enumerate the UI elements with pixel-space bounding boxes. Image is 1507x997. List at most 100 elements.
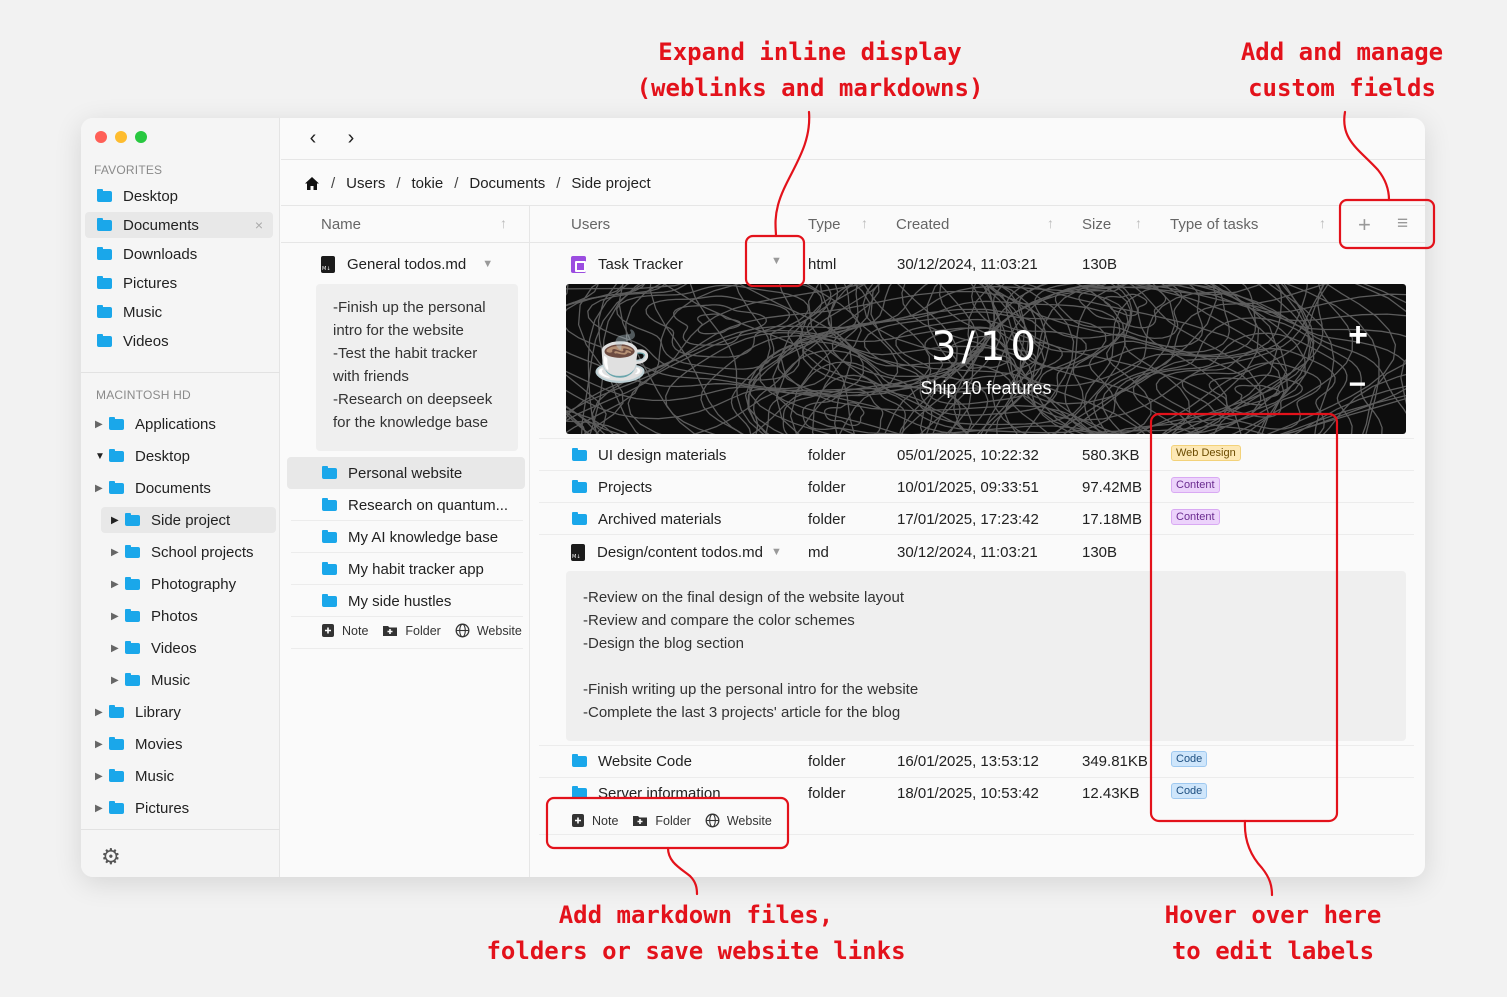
- sort-arrow-icon[interactable]: ↑: [1135, 215, 1142, 231]
- back-button[interactable]: ‹: [303, 127, 323, 150]
- manage-fields-button[interactable]: ≡: [1397, 213, 1408, 235]
- breadcrumb-item[interactable]: Users: [346, 175, 385, 192]
- folder-row-archived[interactable]: Archived materials: [572, 503, 792, 535]
- expand-arrow-icon[interactable]: ▶: [111, 547, 125, 558]
- pane-divider[interactable]: [529, 205, 530, 877]
- add-folder-button[interactable]: Folder: [382, 624, 441, 638]
- expand-arrow-icon[interactable]: ▶: [95, 739, 109, 750]
- expand-arrow-icon[interactable]: ▶: [111, 579, 125, 590]
- cell-type: folder: [808, 511, 846, 528]
- expand-arrow-icon[interactable]: ▶: [111, 611, 125, 622]
- breadcrumb-separator: /: [396, 175, 401, 192]
- sidebar-item-documents[interactable]: Documents ×: [85, 212, 273, 238]
- expand-dropdown-icon[interactable]: ▼: [482, 258, 493, 270]
- add-note-button[interactable]: Note: [321, 623, 368, 638]
- file-name: Task Tracker: [598, 255, 684, 273]
- sort-arrow-icon[interactable]: ↑: [500, 215, 507, 231]
- tree-item-school-projects[interactable]: ▶ School projects: [111, 539, 254, 565]
- folder-name: Personal website: [348, 464, 463, 482]
- expand-arrow-icon[interactable]: ▶: [95, 483, 109, 494]
- zoom-window-button[interactable]: [135, 131, 147, 143]
- column-header-size[interactable]: Size: [1082, 216, 1111, 233]
- tree-item-label: Movies: [135, 735, 183, 753]
- folder-row-server-info[interactable]: Server information: [572, 777, 792, 809]
- close-window-button[interactable]: [95, 131, 107, 143]
- column-header-type-of-tasks[interactable]: Type of tasks: [1170, 216, 1258, 233]
- folder-row[interactable]: My side hustles: [322, 585, 522, 617]
- tree-item-applications[interactable]: ▶ Applications: [95, 411, 216, 437]
- callout-add-files: Add markdown files, folders or save webs…: [470, 897, 922, 969]
- sidebar-item-videos[interactable]: Videos: [97, 328, 273, 354]
- add-folder-button[interactable]: Folder: [632, 814, 691, 828]
- decrement-button[interactable]: −: [1348, 368, 1366, 402]
- sidebar-item-downloads[interactable]: Downloads: [97, 241, 273, 267]
- tree-item-library[interactable]: ▶ Library: [95, 699, 181, 725]
- file-row-design-todos[interactable]: Design/content todos.md ▼: [571, 536, 831, 568]
- expand-dropdown-icon[interactable]: ▼: [771, 546, 782, 558]
- expand-arrow-icon[interactable]: ▶: [111, 675, 125, 686]
- sort-arrow-icon[interactable]: ↑: [1047, 215, 1054, 231]
- folder-row-ui-design[interactable]: UI design materials: [572, 439, 792, 471]
- sidebar-item-desktop[interactable]: Desktop: [97, 183, 273, 209]
- tag-content[interactable]: Content: [1171, 509, 1220, 525]
- expand-arrow-icon[interactable]: ▶: [95, 419, 109, 430]
- gear-icon[interactable]: ⚙: [101, 844, 121, 870]
- file-row-general-todos[interactable]: General todos.md ▼: [321, 248, 521, 280]
- increment-button[interactable]: +: [1348, 316, 1368, 355]
- folder-row[interactable]: My AI knowledge base: [322, 521, 522, 553]
- expand-arrow-icon[interactable]: ▶: [95, 707, 109, 718]
- file-row-task-tracker[interactable]: Task Tracker: [571, 248, 791, 280]
- folder-row-projects[interactable]: Projects: [572, 471, 792, 503]
- tag-code[interactable]: Code: [1171, 751, 1208, 767]
- column-header-name[interactable]: Name: [321, 216, 361, 233]
- inline-web-preview[interactable]: ☕ 3/10 Ship 10 features + −: [566, 284, 1406, 434]
- folder-row-website-code[interactable]: Website Code: [572, 745, 792, 777]
- tree-item-music-root[interactable]: ▶ Music: [95, 763, 174, 789]
- tree-item-movies[interactable]: ▶ Movies: [95, 731, 183, 757]
- tag-web-design[interactable]: Web Design: [1171, 445, 1241, 461]
- tree-item-side-project[interactable]: ▶ Side project: [101, 507, 276, 533]
- folder-row-personal-website[interactable]: Personal website: [287, 457, 525, 489]
- tag-content[interactable]: Content: [1171, 477, 1220, 493]
- folder-icon: [572, 785, 587, 799]
- callout-custom-fields: Add and manage custom fields: [1222, 34, 1462, 106]
- folder-icon: [109, 480, 124, 494]
- expand-arrow-icon[interactable]: ▶: [111, 643, 125, 654]
- tree-item-videos[interactable]: ▶ Videos: [111, 635, 197, 661]
- collapse-arrow-icon[interactable]: ▼: [95, 451, 109, 462]
- breadcrumb-item[interactable]: tokie: [412, 175, 444, 192]
- tree-item-pictures[interactable]: ▶ Pictures: [95, 795, 189, 821]
- folder-row[interactable]: Research on quantum...: [322, 489, 522, 521]
- tree-item-photos[interactable]: ▶ Photos: [111, 603, 198, 629]
- cell-type: folder: [808, 753, 846, 770]
- add-note-button[interactable]: Note: [571, 813, 618, 828]
- tree-item-label: School projects: [151, 543, 254, 561]
- tree-item-photography[interactable]: ▶ Photography: [111, 571, 236, 597]
- sort-arrow-icon[interactable]: ↑: [1319, 215, 1326, 231]
- tree-item-documents[interactable]: ▶ Documents: [95, 475, 211, 501]
- close-icon[interactable]: ×: [255, 217, 263, 233]
- tree-item-desktop[interactable]: ▼ Desktop: [95, 443, 190, 469]
- sidebar-item-music[interactable]: Music: [97, 299, 273, 325]
- sort-arrow-icon[interactable]: ↑: [861, 215, 868, 231]
- breadcrumb-item[interactable]: Documents: [469, 175, 545, 192]
- expand-arrow-icon[interactable]: ▶: [111, 515, 125, 526]
- expand-arrow-icon[interactable]: ▶: [95, 771, 109, 782]
- add-website-button[interactable]: Website: [455, 623, 522, 638]
- column-header-users[interactable]: Users: [571, 216, 610, 233]
- expand-arrow-icon[interactable]: ▶: [95, 803, 109, 814]
- tag-code[interactable]: Code: [1171, 783, 1208, 799]
- forward-button[interactable]: ›: [341, 127, 361, 150]
- add-field-button[interactable]: +: [1358, 212, 1371, 238]
- sidebar-item-pictures[interactable]: Pictures: [97, 270, 273, 296]
- add-website-label: Website: [476, 623, 522, 638]
- tree-item-music[interactable]: ▶ Music: [111, 667, 190, 693]
- breadcrumb-item[interactable]: Side project: [571, 175, 650, 192]
- expand-dropdown-icon[interactable]: ▼: [771, 255, 782, 267]
- home-icon[interactable]: [304, 176, 320, 191]
- column-header-type[interactable]: Type: [808, 216, 841, 233]
- add-website-button[interactable]: Website: [705, 813, 772, 828]
- minimize-window-button[interactable]: [115, 131, 127, 143]
- column-header-created[interactable]: Created: [896, 216, 949, 233]
- folder-row[interactable]: My habit tracker app: [322, 553, 522, 585]
